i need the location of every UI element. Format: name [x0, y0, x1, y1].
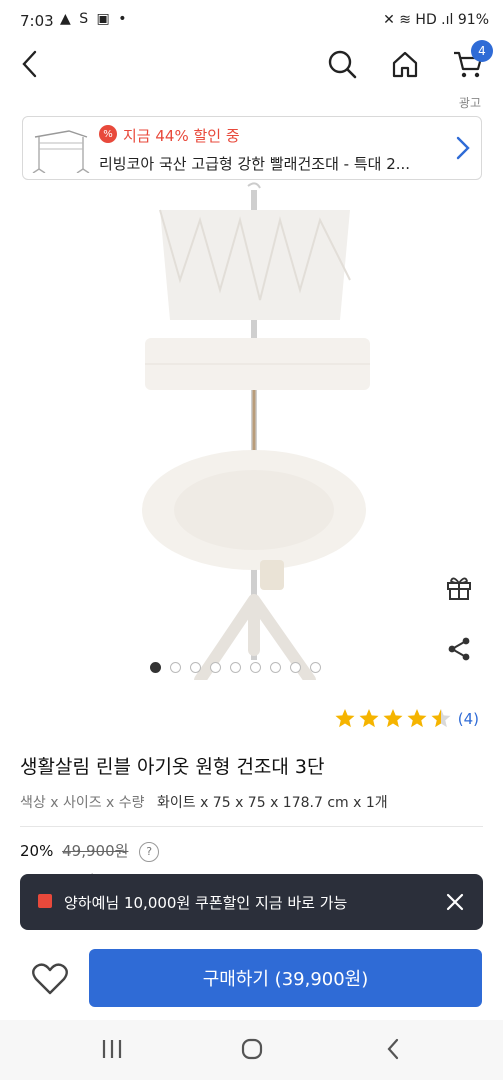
search-icon: [328, 50, 357, 79]
ad-product-title: 리빙코아 국산 고급형 강한 빨래건조대 - 특대 2...: [99, 155, 411, 173]
ad-label: 광고: [458, 96, 481, 110]
drying-rack-thumbnail: [32, 130, 90, 173]
close-icon[interactable]: [443, 890, 467, 914]
selected-options[interactable]: 색상 x 사이즈 x 수량 화이트 x 75 x 75 x 178.7 cm x…: [20, 792, 388, 812]
rating-stars: [335, 709, 451, 728]
gallery-dot[interactable]: [150, 662, 161, 673]
gallery-dot[interactable]: [250, 662, 261, 673]
gallery-pagination: [150, 662, 321, 673]
share-button[interactable]: [442, 632, 476, 666]
search-button[interactable]: [322, 44, 362, 84]
star-icon: [383, 709, 403, 728]
ad-promo-text: 지금 44% 할인 중: [123, 127, 240, 145]
star-icon: [431, 709, 451, 728]
gallery-dot[interactable]: [290, 662, 301, 673]
discount-rate: 20%: [20, 842, 54, 860]
review-count[interactable]: (4): [458, 710, 479, 728]
options-label: 색상 x 사이즈 x 수량: [20, 795, 145, 811]
discount-badge-icon: %: [99, 125, 117, 143]
cart-count-badge: 4: [471, 40, 493, 62]
coupon-icon: [38, 894, 52, 908]
gallery-dot[interactable]: [190, 662, 201, 673]
signal-icon: ✕ ≋ HD .ıl: [383, 12, 458, 28]
star-icon: [359, 709, 379, 728]
status-time: 7:03: [20, 12, 54, 30]
home-nav-icon[interactable]: [240, 1037, 264, 1061]
star-icon: [335, 709, 355, 728]
gift-button[interactable]: [442, 570, 476, 604]
status-notification-icons: ▲ S ▣ •: [60, 11, 129, 27]
gallery-dot[interactable]: [170, 662, 181, 673]
ad-banner[interactable]: % 지금 44% 할인 중 리빙코아 국산 고급형 강한 빨래건조대 - 특대 …: [22, 116, 482, 180]
bottom-action-bar: 구매하기 (39,900원): [0, 945, 503, 1020]
gallery-dot[interactable]: [270, 662, 281, 673]
gallery-dot[interactable]: [310, 662, 321, 673]
price-row: 20% 49,900원 ?: [20, 840, 160, 862]
top-nav: [0, 44, 503, 88]
divider: [20, 826, 483, 827]
original-price: 49,900원: [62, 842, 129, 860]
coupon-toast[interactable]: 양하예님 10,000원 쿠폰할인 지금 바로 가능: [20, 874, 483, 930]
gallery-dot[interactable]: [210, 662, 221, 673]
chevron-left-icon: [22, 50, 37, 78]
back-nav-icon[interactable]: [384, 1037, 402, 1061]
status-bar: 7:03 ▲ S ▣ • ✕ ≋ HD .ıl 91%: [0, 0, 503, 44]
rating[interactable]: (4): [334, 708, 479, 730]
home-icon: [392, 51, 418, 78]
recent-apps-icon[interactable]: [100, 1038, 124, 1060]
options-value: 화이트 x 75 x 75 x 178.7 cm x 1개: [156, 795, 388, 811]
gallery-dot[interactable]: [230, 662, 241, 673]
heart-icon[interactable]: [30, 959, 70, 999]
back-button[interactable]: [10, 44, 50, 84]
buy-button[interactable]: 구매하기 (39,900원): [89, 949, 482, 1007]
product-image[interactable]: [120, 180, 390, 680]
status-battery: ✕ ≋ HD .ıl 91%: [383, 12, 489, 28]
system-nav-bar: [0, 1020, 503, 1080]
gift-icon: [447, 577, 471, 600]
star-icon: [407, 709, 427, 728]
chevron-right-icon: [456, 136, 470, 160]
share-icon: [448, 637, 470, 661]
product-title: 생활살림 린블 아기옷 원형 건조대 3단: [20, 756, 325, 778]
home-button[interactable]: [385, 44, 425, 84]
coupon-toast-text: 양하예님 10,000원 쿠폰할인 지금 바로 가능: [64, 894, 348, 912]
info-icon[interactable]: ?: [139, 841, 160, 862]
